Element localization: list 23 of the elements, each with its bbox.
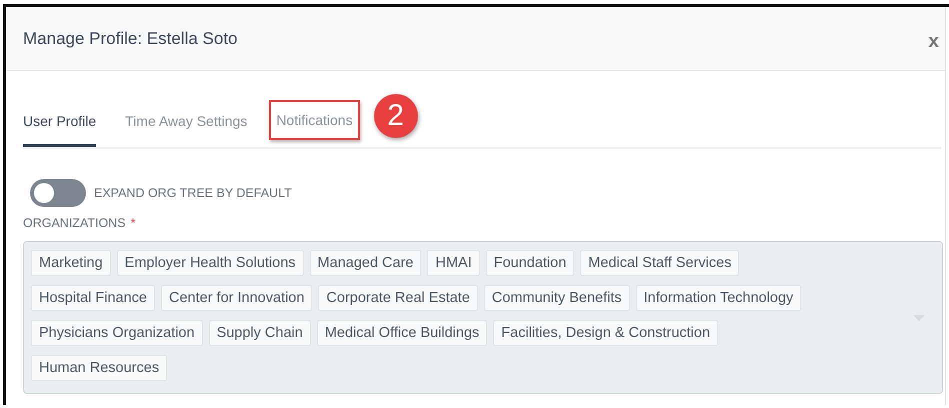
organization-tag[interactable]: Human Resources bbox=[31, 355, 168, 381]
organization-tag[interactable]: Center for Innovation bbox=[161, 285, 312, 311]
organization-tag[interactable]: Foundation bbox=[486, 250, 574, 276]
toggle-label: EXPAND ORG TREE BY DEFAULT bbox=[94, 186, 292, 200]
organization-tag[interactable]: Information Technology bbox=[636, 285, 802, 311]
organization-tag[interactable]: Facilities, Design & Construction bbox=[493, 320, 718, 346]
dialog-title: Manage Profile: Estella Soto bbox=[23, 28, 238, 48]
organization-tag[interactable]: Hospital Finance bbox=[31, 285, 155, 311]
organization-tag[interactable]: Supply Chain bbox=[208, 320, 311, 346]
field-label: ORGANIZATIONS bbox=[23, 216, 126, 230]
required-mark: * bbox=[130, 216, 136, 230]
organization-tag[interactable]: Physicians Organization bbox=[31, 320, 203, 346]
organization-tag[interactable]: Employer Health Solutions bbox=[116, 250, 304, 276]
organization-tag[interactable]: Community Benefits bbox=[484, 285, 630, 311]
organization-tag[interactable]: Medical Office Buildings bbox=[316, 320, 488, 346]
organization-tag[interactable]: Managed Care bbox=[310, 250, 422, 276]
close-button[interactable]: x bbox=[922, 30, 945, 52]
step-number-badge: 2 bbox=[374, 94, 418, 138]
organization-tag[interactable]: Corporate Real Estate bbox=[318, 285, 478, 311]
organization-tag[interactable]: Medical Staff Services bbox=[580, 250, 740, 276]
organization-tag[interactable]: HMAI bbox=[427, 250, 480, 276]
organization-tag[interactable]: Marketing bbox=[31, 250, 111, 276]
tab[interactable]: User Profile bbox=[23, 99, 96, 147]
